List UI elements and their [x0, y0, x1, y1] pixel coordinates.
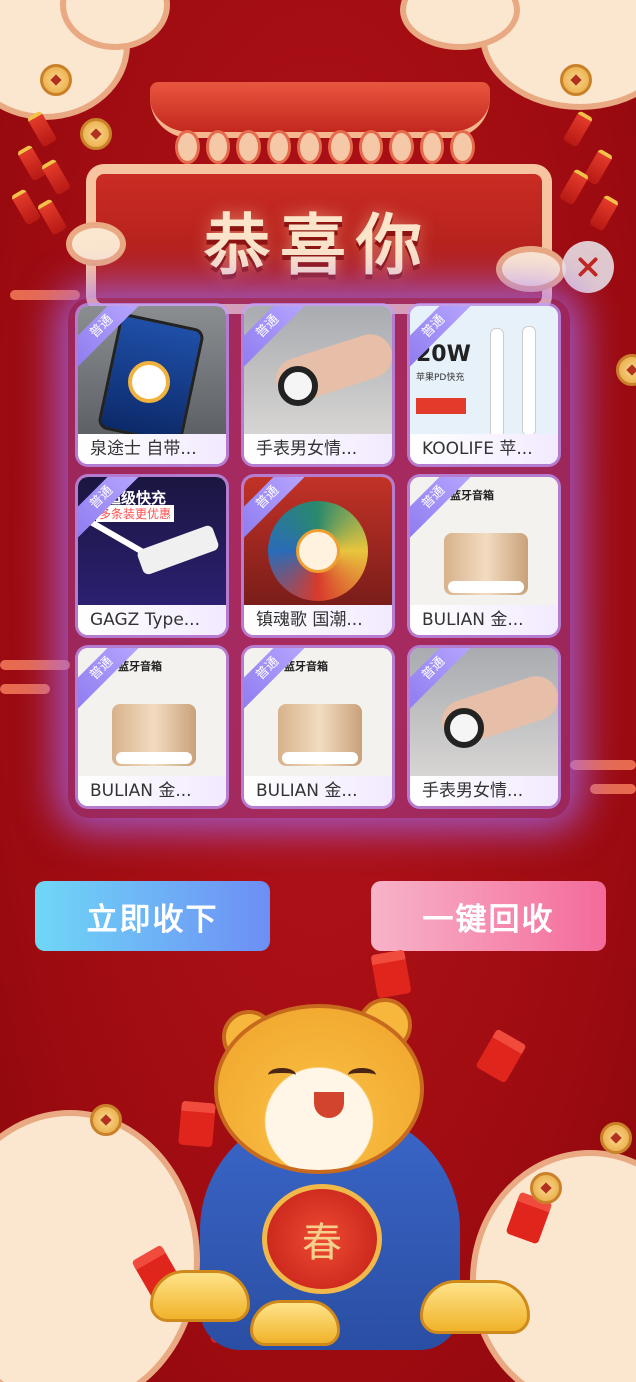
product-name: 手表男女情...	[244, 434, 392, 464]
coin-icon	[530, 1172, 562, 1204]
product-name: BULIAN 金...	[244, 776, 392, 806]
reward-popup-stage: > 恭喜你 普通	[0, 0, 636, 1382]
tiger-mascot-head	[214, 1004, 424, 1174]
product-name: 手表男女情...	[410, 776, 558, 806]
gold-ingot-icon	[250, 1300, 340, 1346]
coin-icon	[560, 64, 592, 96]
gold-ingot-icon	[420, 1280, 530, 1334]
prize-card[interactable]: 普通 泉途士 自带...	[78, 306, 226, 464]
coin-icon	[40, 64, 72, 96]
product-name: BULIAN 金...	[410, 605, 558, 635]
swirl-decoration	[0, 660, 70, 670]
prize-card[interactable]: 普通 镇魂歌 国潮...	[244, 477, 392, 635]
swirl-decoration	[10, 290, 80, 300]
swirl-decoration	[570, 760, 636, 770]
recycle-all-button[interactable]: 一键回收	[371, 881, 606, 951]
cable-subtitle-text: 苹果PD快充	[416, 373, 465, 383]
product-name: 镇魂歌 国潮...	[244, 605, 392, 635]
lucky-cat-illustration	[296, 529, 340, 573]
watch-illustration	[278, 366, 318, 406]
close-icon	[578, 257, 598, 277]
red-envelope-icon	[178, 1100, 216, 1148]
product-name: GAGZ Type...	[78, 605, 226, 635]
cable-badge	[416, 398, 466, 414]
astronaut-illustration	[128, 361, 170, 403]
prize-card[interactable]: 蓝牙音箱 普通 BULIAN 金...	[244, 648, 392, 806]
cloud-decoration-bottom-left	[0, 1110, 200, 1382]
swirl-decoration	[590, 784, 636, 794]
lantern-character: 春	[302, 1220, 342, 1266]
speaker-base	[116, 752, 192, 764]
product-name: 泉途士 自带...	[78, 434, 226, 464]
coin-icon	[90, 1104, 122, 1136]
cable-illustration	[522, 326, 536, 434]
firecracker-icon	[16, 144, 48, 182]
red-envelope-icon	[370, 949, 412, 999]
coin-icon	[616, 354, 636, 386]
accept-button[interactable]: 立即收下	[35, 881, 270, 951]
watch-illustration	[444, 708, 484, 748]
prize-card[interactable]: 普通 手表男女情...	[410, 648, 558, 806]
speaker-base	[282, 752, 358, 764]
tiger-eye	[348, 1068, 376, 1082]
close-button[interactable]	[562, 241, 614, 293]
tiger-eye	[268, 1068, 296, 1082]
gold-ingot-icon	[150, 1270, 250, 1322]
prize-grid: 普通 泉途士 自带... 普通 手表男女情... 20W 苹果PD快充 普通 K…	[78, 306, 560, 806]
prize-card[interactable]: 蓝牙音箱 普通 BULIAN 金...	[78, 648, 226, 806]
product-name: KOOLIFE 苹...	[410, 434, 558, 464]
gate-lanterns	[175, 130, 475, 164]
prize-card[interactable]: 超级快充 多条装更优惠 普通 GAGZ Type...	[78, 477, 226, 635]
firecracker-icon	[40, 158, 72, 196]
red-envelope-icon	[475, 1028, 527, 1084]
firecracker-icon	[562, 110, 594, 148]
coin-icon	[600, 1122, 632, 1154]
product-name: BULIAN 金...	[78, 776, 226, 806]
prize-card[interactable]: 蓝牙音箱 普通 BULIAN 金...	[410, 477, 558, 635]
congratulations-title: 恭喜你	[204, 206, 432, 284]
speaker-base	[448, 581, 524, 593]
swirl-decoration	[0, 684, 50, 694]
coin-icon	[80, 118, 112, 150]
lantern-icon: 春	[262, 1184, 382, 1294]
prize-card[interactable]: 20W 苹果PD快充 普通 KOOLIFE 苹...	[410, 306, 558, 464]
cable-illustration	[490, 328, 504, 434]
prize-card[interactable]: 普通 手表男女情...	[244, 306, 392, 464]
usb-plug-illustration	[135, 524, 221, 576]
